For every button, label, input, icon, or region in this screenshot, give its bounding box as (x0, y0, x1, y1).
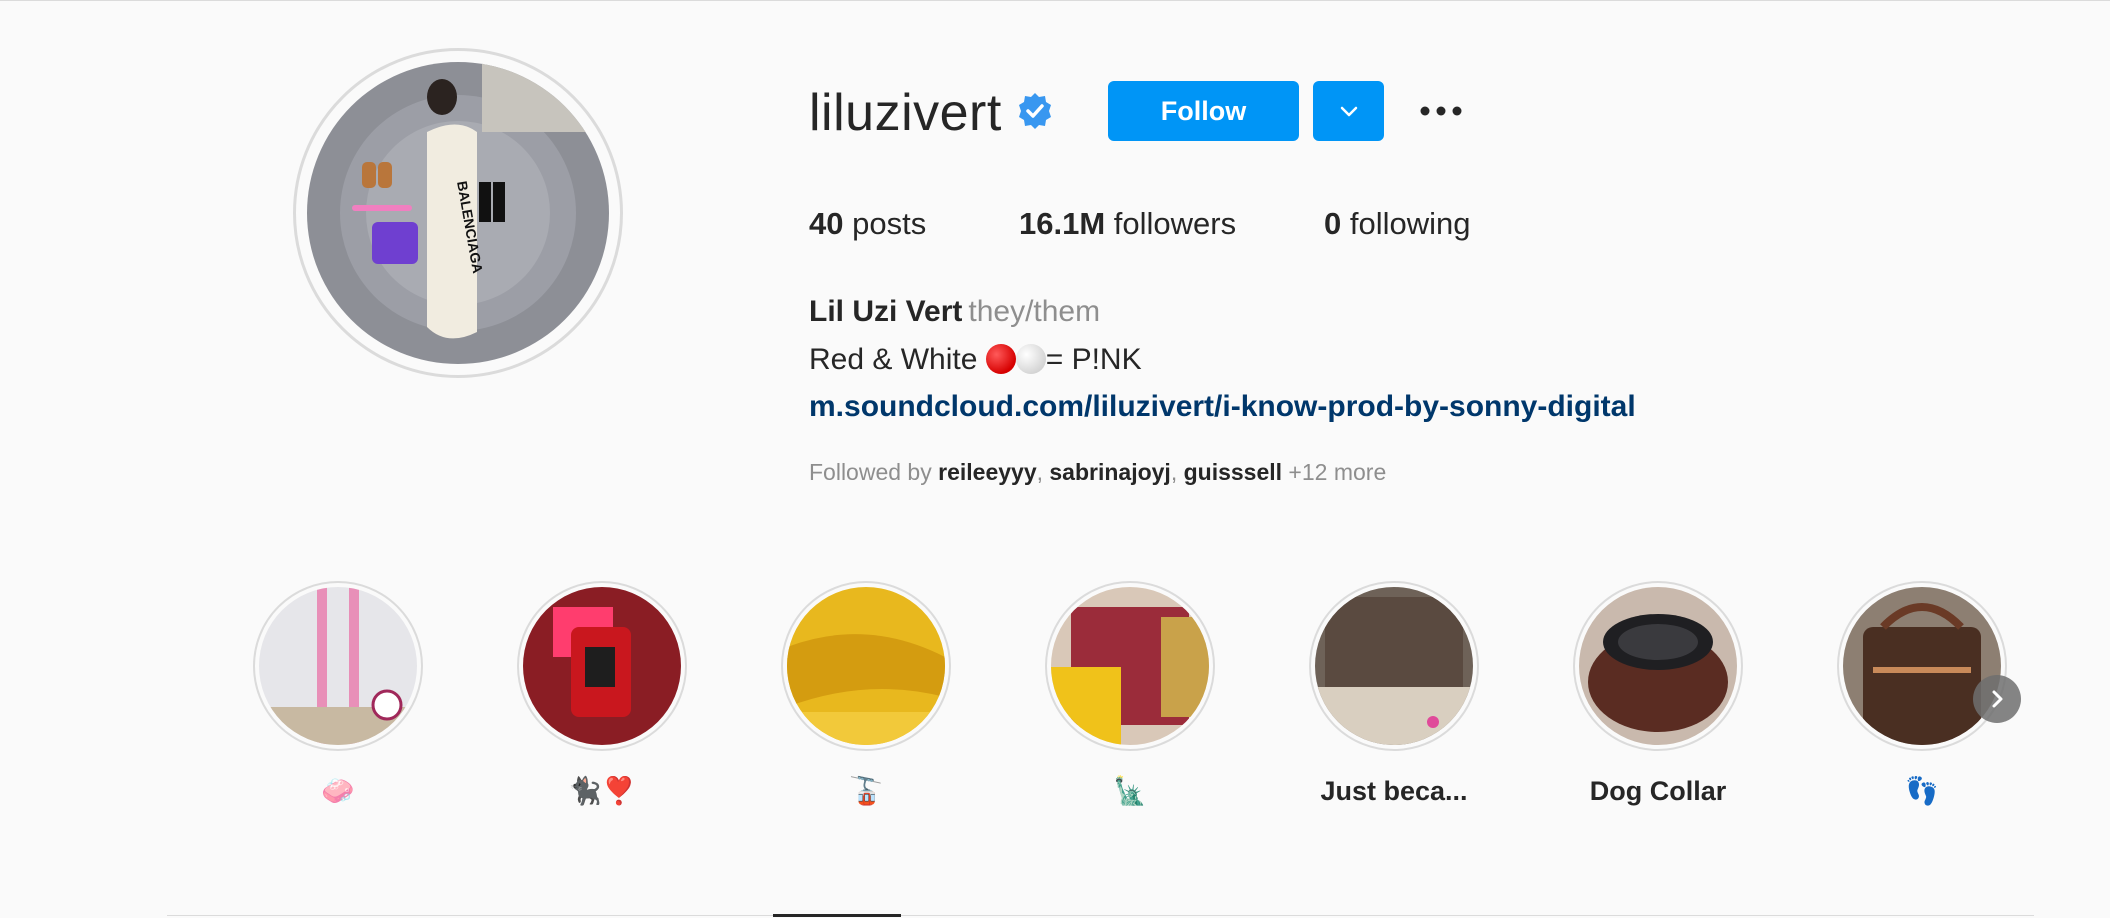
bio-link[interactable]: m.soundcloud.com/liluzivert/i-know-prod-… (809, 387, 1636, 427)
highlight-label: 🚡 (849, 776, 883, 806)
highlight-label: Dog Collar (1589, 776, 1727, 806)
highlight-thumbnail (1315, 587, 1473, 745)
story-highlight[interactable]: 🚡 (766, 581, 966, 821)
story-highlight[interactable]: Just beca... (1294, 581, 1494, 821)
highlight-label: Just beca... (1320, 776, 1468, 806)
tabs-divider (167, 915, 2034, 916)
more-options-button[interactable] (1416, 91, 1466, 131)
following-label: following (1349, 206, 1471, 241)
follower-user: guisssell (1183, 459, 1283, 485)
highlight-label: 🐈‍⬛❣️ (568, 776, 636, 806)
profile-photo: BALENCIAGA (307, 62, 609, 364)
chevron-right-icon (1992, 690, 2003, 708)
highlight-thumbnail (1051, 587, 1209, 745)
profile-page: BALENCIAGA liluzivert Follow 40 posts 16… (0, 0, 2110, 918)
white-circle-icon (1015, 344, 1046, 374)
followed-by-prefix: Followed by (809, 459, 939, 485)
highlight-label: 🗽 (1113, 776, 1147, 806)
bio-text: Red & White = P!NK (809, 340, 1142, 380)
posts-label: posts (852, 206, 927, 241)
follower-user: sabrinajoyj (1049, 459, 1171, 485)
follower-user: reileeyyy (938, 459, 1037, 485)
highlight-label: 👣 (1905, 776, 1939, 806)
story-highlight[interactable]: 🐈‍⬛❣️ (502, 581, 702, 821)
pronouns: they/them (968, 295, 1101, 328)
following-count: 0 (1324, 206, 1342, 241)
highlight-cover (1309, 581, 1479, 751)
posts-stat: 40 posts (809, 204, 926, 244)
highlight-label: 🧼 (321, 776, 355, 806)
highlight-cover (1045, 581, 1215, 751)
separator: , (1036, 459, 1050, 485)
story-highlight[interactable]: Dog Collar (1558, 581, 1758, 821)
suggested-accounts-button[interactable] (1313, 81, 1384, 141)
followers-label: followers (1113, 206, 1237, 241)
follow-button[interactable]: Follow (1108, 81, 1299, 141)
highlight-cover (253, 581, 423, 751)
chevron-down-icon (1340, 106, 1357, 117)
highlight-thumbnail (1579, 587, 1737, 745)
verified-badge-icon (1015, 91, 1055, 131)
highlight-thumbnail (787, 587, 945, 745)
highlight-cover (517, 581, 687, 751)
following-link[interactable]: 0 following (1324, 204, 1471, 244)
posts-count: 40 (809, 206, 844, 241)
more-options-icon (1420, 106, 1462, 116)
bio-name-row: Lil Uzi Vert they/them (809, 292, 1100, 332)
story-highlight[interactable]: 🗽 (1030, 581, 1230, 821)
red-circle-icon (985, 344, 1016, 374)
full-name: Lil Uzi Vert (809, 295, 963, 328)
separator: , (1170, 459, 1184, 485)
followed-by-more: +12 more (1282, 459, 1387, 485)
highlight-cover (1837, 581, 2007, 751)
bio-text-prefix: Red & White (809, 343, 986, 376)
profile-username: liluzivert (809, 84, 1002, 142)
highlight-thumbnail (259, 587, 417, 745)
followers-count: 16.1M (1019, 206, 1106, 241)
highlight-thumbnail (1843, 587, 2001, 745)
followers-link[interactable]: 16.1M followers (1019, 204, 1236, 244)
story-highlight[interactable]: 🧼 (238, 581, 438, 821)
highlight-thumbnail (523, 587, 681, 745)
profile-avatar[interactable]: BALENCIAGA (293, 48, 623, 378)
active-tab-indicator (773, 914, 901, 917)
bio-text-suffix: = P!NK (1045, 343, 1142, 376)
highlights-next-button[interactable] (1973, 675, 2021, 723)
highlight-cover (781, 581, 951, 751)
highlight-cover (1573, 581, 1743, 751)
followed-by[interactable]: Followed by reileeyyy, sabrinajoyj, guis… (809, 457, 1386, 487)
